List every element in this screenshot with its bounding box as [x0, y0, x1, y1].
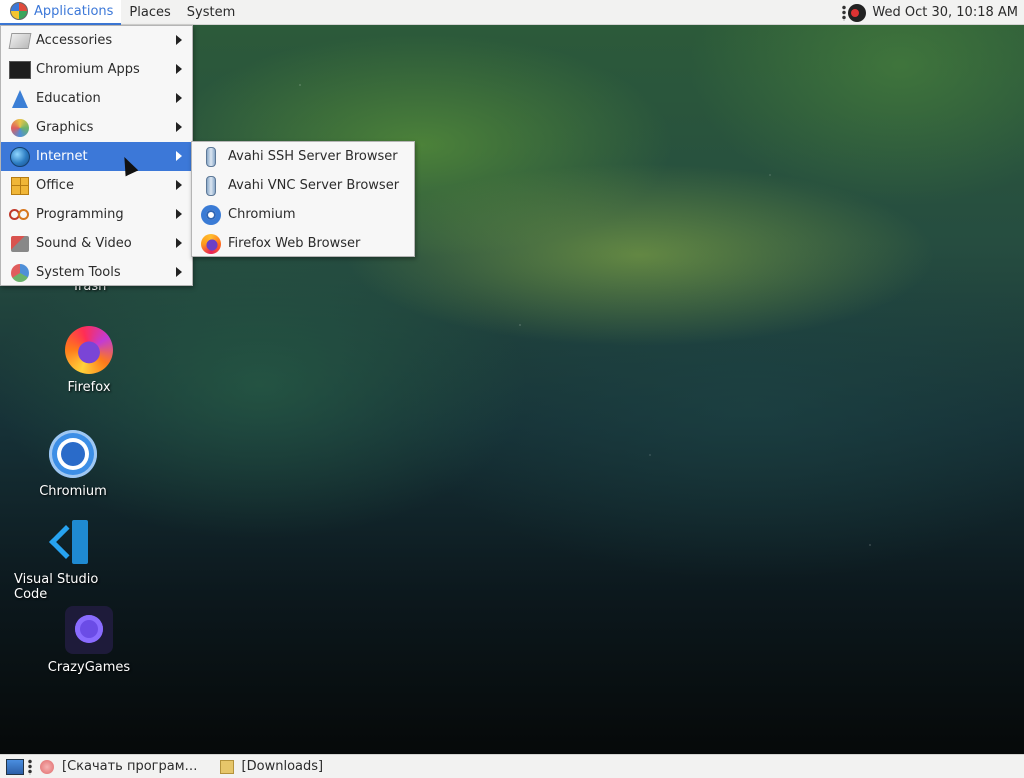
education-icon [9, 89, 31, 109]
chromium-icon [49, 430, 97, 478]
submenu-item-label: Firefox Web Browser [228, 236, 361, 251]
avahi-icon [200, 146, 222, 168]
submenu-arrow-icon [176, 209, 182, 219]
vscode-desktop-shortcut[interactable]: Visual Studio Code [14, 518, 134, 602]
places-menu-button[interactable]: Places [121, 0, 178, 25]
submenu-item-firefox[interactable]: Firefox Web Browser [192, 229, 414, 258]
menu-item-chromium-apps[interactable]: Chromium Apps [1, 55, 192, 84]
system-tools-icon [9, 263, 31, 283]
chromium-icon [200, 204, 222, 226]
crazygames-icon [65, 606, 113, 654]
submenu-item-label: Avahi VNC Server Browser [228, 178, 400, 193]
panel-grip-icon[interactable] [842, 4, 847, 21]
menu-item-label: Graphics [36, 120, 94, 135]
submenu-arrow-icon [176, 238, 182, 248]
vscode-icon [50, 518, 98, 566]
office-icon [9, 176, 31, 196]
submenu-arrow-icon [176, 64, 182, 74]
menu-item-internet[interactable]: Internet [1, 142, 192, 171]
menu-item-label: Accessories [36, 33, 113, 48]
firefox-desktop-shortcut[interactable]: Firefox [62, 326, 116, 395]
crazygames-desktop-shortcut[interactable]: CrazyGames [46, 606, 132, 675]
submenu-arrow-icon [176, 122, 182, 132]
submenu-item-label: Chromium [228, 207, 296, 222]
menu-item-label: Programming [36, 207, 124, 222]
submenu-item-avahi-vnc[interactable]: Avahi VNC Server Browser [192, 171, 414, 200]
clock[interactable]: Wed Oct 30, 10:18 AM [872, 5, 1018, 20]
applications-menu-button[interactable]: Applications [0, 0, 122, 25]
tray-app-icon[interactable] [848, 3, 867, 22]
internet-submenu: Avahi SSH Server Browser Avahi VNC Serve… [191, 141, 415, 257]
programming-icon [9, 205, 31, 225]
top-panel-tray: Wed Oct 30, 10:18 AM [842, 0, 1018, 25]
menu-item-label: Sound & Video [36, 236, 132, 251]
menu-item-sound-video[interactable]: Sound & Video [1, 229, 192, 258]
avahi-icon [200, 175, 222, 197]
folder-icon [219, 759, 234, 774]
system-menu-button[interactable]: System [179, 0, 243, 25]
applications-dropdown-menu: Accessories Chromium Apps Education Grap… [0, 25, 193, 286]
applications-label: Applications [34, 3, 114, 19]
distro-logo-icon [10, 2, 28, 20]
taskbar-button-downloads[interactable]: [Downloads] [214, 756, 330, 778]
firefox-desktop-label: Firefox [67, 380, 111, 395]
menu-item-office[interactable]: Office [1, 171, 192, 200]
panel-grip-icon[interactable] [28, 758, 32, 775]
submenu-arrow-icon [176, 35, 182, 45]
submenu-arrow-icon [176, 180, 182, 190]
menu-item-accessories[interactable]: Accessories [1, 26, 192, 55]
crazygames-desktop-label: CrazyGames [47, 660, 131, 675]
top-panel: Applications Places System Wed Oct 30, 1… [0, 0, 1024, 25]
menu-item-label: Office [36, 178, 74, 193]
bottom-panel: [Скачать програм… [Downloads] [0, 754, 1024, 778]
browser-icon [40, 759, 54, 774]
firefox-icon [65, 326, 113, 374]
taskbar-label: [Скачать програм… [62, 759, 198, 774]
submenu-arrow-icon [176, 93, 182, 103]
submenu-item-label: Avahi SSH Server Browser [228, 149, 398, 164]
menu-item-label: Chromium Apps [36, 62, 140, 77]
places-label: Places [129, 4, 171, 20]
system-label: System [186, 4, 236, 20]
taskbar-button-browser[interactable]: [Скачать програм… [34, 756, 204, 778]
submenu-arrow-icon [176, 151, 182, 161]
chromium-desktop-label: Chromium [39, 484, 107, 499]
submenu-item-avahi-ssh[interactable]: Avahi SSH Server Browser [192, 142, 414, 171]
accessories-icon [8, 31, 32, 51]
chromium-apps-icon [9, 60, 31, 80]
taskbar-label: [Downloads] [241, 759, 324, 774]
graphics-icon [9, 118, 31, 138]
submenu-item-chromium[interactable]: Chromium [192, 200, 414, 229]
menu-item-graphics[interactable]: Graphics [1, 113, 192, 142]
firefox-icon [200, 233, 222, 255]
menu-item-label: Education [36, 91, 101, 106]
chromium-desktop-shortcut[interactable]: Chromium [38, 430, 108, 499]
menu-item-education[interactable]: Education [1, 84, 192, 113]
menu-item-system-tools[interactable]: System Tools [1, 258, 192, 287]
vscode-desktop-label: Visual Studio Code [14, 572, 99, 602]
submenu-arrow-icon [176, 267, 182, 277]
menu-item-label: Internet [36, 149, 88, 164]
menu-item-label: System Tools [36, 265, 121, 280]
show-desktop-icon[interactable] [6, 758, 24, 775]
internet-globe-icon [9, 146, 31, 167]
menu-item-programming[interactable]: Programming [1, 200, 192, 229]
sound-video-icon [9, 234, 31, 254]
